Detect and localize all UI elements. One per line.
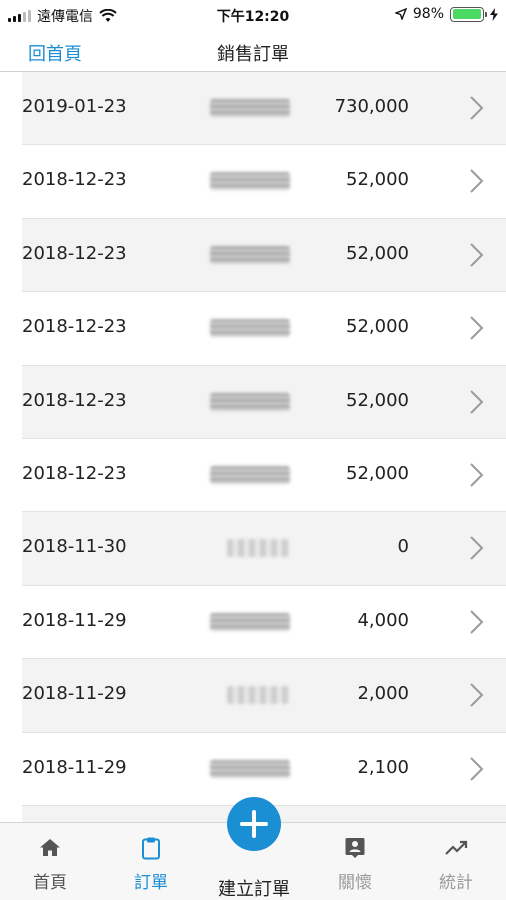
chevron-right-icon	[470, 169, 484, 194]
order-customer-redacted	[210, 759, 290, 778]
tab-orders-label: 訂單	[134, 873, 168, 893]
chevron-right-icon	[470, 610, 484, 634]
order-date: 2018-12-23	[22, 316, 127, 338]
order-customer-redacted	[227, 686, 289, 705]
chevron-right-icon	[470, 536, 484, 561]
order-date: 2018-12-23	[22, 389, 127, 411]
chevron-right-icon	[470, 243, 484, 267]
order-date: 2018-11-29	[22, 756, 127, 778]
order-row[interactable]: 2018-11-29 4,000	[22, 586, 506, 660]
order-row[interactable]: 2019-01-23 730,000	[22, 72, 506, 146]
order-amount: 52,000	[346, 169, 409, 191]
page-title: 銷售訂單	[217, 44, 289, 65]
order-amount: 0	[397, 536, 409, 558]
clipboard-icon	[142, 837, 160, 860]
order-date: 2018-11-29	[22, 683, 127, 705]
nav-bar: 回首頁 銷售訂單	[0, 30, 506, 72]
tab-home-label: 首頁	[33, 873, 67, 893]
create-order-button[interactable]	[227, 797, 281, 851]
trending-up-icon	[445, 840, 468, 855]
order-customer-redacted	[210, 245, 290, 264]
create-order-label[interactable]: 建立訂單	[203, 875, 305, 900]
order-row[interactable]: 2018-12-23 52,000	[22, 439, 506, 513]
order-amount: 2,000	[357, 683, 409, 705]
order-amount: 4,000	[357, 609, 409, 631]
order-customer-redacted	[210, 319, 290, 338]
order-amount: 52,000	[346, 462, 409, 484]
status-bar: 遠傳電信 下午12:20 98%	[0, 0, 506, 30]
order-amount: 52,000	[346, 242, 409, 264]
chevron-right-icon	[470, 683, 484, 707]
battery-percent: 98%	[412, 6, 444, 22]
battery-fill	[452, 9, 481, 19]
order-date: 2018-12-23	[22, 462, 127, 484]
home-icon	[40, 839, 60, 856]
tab-orders[interactable]: 訂單	[101, 823, 201, 900]
order-amount: 2,100	[357, 756, 409, 778]
chevron-right-icon	[470, 316, 484, 340]
order-amount: 52,000	[346, 316, 409, 338]
contact-icon	[345, 838, 365, 858]
order-date: 2018-11-30	[22, 536, 127, 558]
order-date: 2018-11-29	[22, 609, 127, 631]
chevron-right-icon	[470, 463, 484, 487]
order-row[interactable]: 2018-11-29 2,100	[22, 733, 506, 806]
order-customer-redacted	[210, 99, 290, 117]
order-date: 2018-12-23	[22, 242, 127, 264]
order-row[interactable]: 2018-12-23 52,000	[22, 365, 506, 439]
order-row[interactable]: 2018-12-23 52,000	[22, 292, 506, 366]
charging-bolt-icon	[490, 7, 498, 21]
order-row[interactable]: 2018-12-23 52,000	[22, 218, 506, 293]
tab-stats-label: 統計	[439, 873, 473, 893]
order-list: 2019-01-23 730,000 2018-12-23 52,000 2018-12…	[22, 72, 506, 806]
battery-icon	[450, 6, 487, 22]
tab-care[interactable]: 關懷	[305, 823, 405, 900]
order-customer-redacted	[210, 465, 290, 484]
tab-care-label: 關懷	[338, 873, 372, 893]
tab-stats[interactable]: 統計	[406, 823, 506, 900]
chevron-right-icon	[470, 389, 484, 414]
location-arrow-icon	[394, 8, 407, 20]
order-customer-redacted	[227, 539, 289, 558]
order-row[interactable]: 2018-11-30 0	[22, 512, 506, 586]
plus-icon	[240, 810, 268, 838]
chevron-right-icon	[470, 756, 484, 781]
order-amount: 730,000	[334, 96, 409, 117]
order-amount: 52,000	[346, 389, 409, 411]
order-row[interactable]: 2018-12-23 52,000	[22, 145, 506, 219]
order-customer-redacted	[210, 172, 290, 191]
tab-bar: 首頁 訂單 建立訂單 關懷 統計	[0, 797, 506, 900]
order-customer-redacted	[210, 612, 290, 631]
order-date: 2018-12-23	[22, 169, 127, 191]
order-customer-redacted	[210, 392, 290, 411]
order-row[interactable]: 2018-11-29 2,000	[22, 659, 506, 733]
order-date: 2019-01-23	[22, 96, 127, 117]
status-right: 98%	[394, 6, 498, 22]
tab-home[interactable]: 首頁	[0, 823, 100, 900]
chevron-right-icon	[470, 96, 484, 120]
